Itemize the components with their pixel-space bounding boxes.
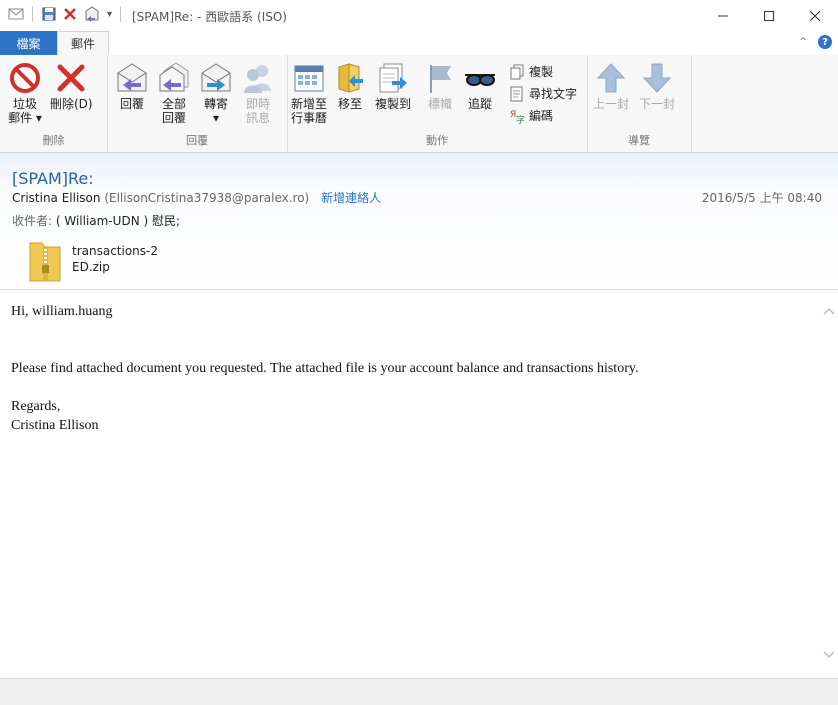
previous-item-button[interactable]: 上一封: [593, 61, 629, 111]
add-contact-link[interactable]: 新增連絡人: [321, 191, 381, 205]
body-signature: Cristina Ellison: [11, 418, 99, 433]
quick-access-toolbar: ▾: [8, 6, 123, 22]
scroll-up-icon[interactable]: [823, 304, 835, 316]
status-bar: [0, 678, 838, 705]
attachment-name-line1: transactions-2: [72, 244, 159, 258]
minimize-icon[interactable]: [700, 0, 746, 31]
delete-icon: [57, 64, 85, 92]
reply-all-button[interactable]: 全部 回覆: [157, 61, 191, 125]
encoding-button[interactable]: Я字 編碼: [509, 107, 553, 124]
group-label-navigate: 導覽: [628, 134, 650, 147]
delete-button[interactable]: 刪除(D): [50, 61, 93, 111]
copy-to-icon: [379, 63, 407, 93]
copy-icon: [510, 64, 524, 79]
reply-icon: [117, 63, 147, 92]
im-button[interactable]: 即時 訊息: [241, 61, 275, 125]
title-bar: ▾ [SPAM]Re: - 西歐語系 (ISO): [0, 0, 838, 31]
recipient-line: 收件者: ( William-UDN ) 慰民;: [12, 212, 180, 229]
find-text-icon: [510, 86, 523, 101]
message-date: 2016/5/5 上午 08:40: [701, 191, 822, 205]
add-to-calendar-button[interactable]: 新增至 行事曆: [291, 61, 327, 125]
message-header: [SPAM]Re: Cristina Ellison (EllisonCrist…: [0, 153, 838, 290]
sender-name[interactable]: Cristina Ellison: [12, 191, 101, 205]
move-to-button[interactable]: 移至: [333, 61, 367, 111]
mail-app-icon: [8, 8, 24, 20]
ribbon: 垃圾 郵件 ▾ 刪除(D) 刪除 回覆 全部 回覆 轉寄 ▾ 即時 訊息 回覆 …: [0, 55, 838, 153]
body-line1: Please find attached document you reques…: [11, 361, 639, 376]
reply-all-icon: [159, 62, 189, 92]
tab-message[interactable]: 郵件: [57, 31, 109, 55]
next-item-button[interactable]: 下一封: [639, 61, 675, 111]
flag-button[interactable]: 標幟: [423, 61, 457, 111]
message-body[interactable]: Hi, william.huang Please find attached d…: [0, 290, 820, 678]
reply-button[interactable]: 回覆: [115, 61, 149, 111]
sender-line: Cristina Ellison (EllisonCristina37938@p…: [12, 189, 381, 206]
attachment[interactable]: transactions-2 ED.zip: [28, 239, 158, 283]
sender-email: (EllisonCristina37938@paralex.ro): [104, 191, 310, 205]
find-text-button[interactable]: 尋找文字: [509, 85, 577, 102]
group-label-respond: 回覆: [186, 134, 208, 147]
attachment-name-line2: ED.zip: [72, 260, 110, 274]
reply-quick-icon[interactable]: [83, 6, 101, 22]
body-regards: Regards,: [11, 399, 61, 414]
recipient-name[interactable]: ( William-UDN ) 慰民;: [56, 214, 180, 228]
group-respond: 回覆 全部 回覆 轉寄 ▾ 即時 訊息 回覆: [107, 55, 288, 152]
calendar-icon: [294, 65, 324, 92]
forward-icon: [201, 63, 231, 92]
encoding-icon: Я字: [510, 110, 525, 124]
flag-icon: [430, 65, 451, 93]
qat-dropdown-icon[interactable]: ▾: [107, 9, 112, 20]
up-arrow-icon: [596, 63, 626, 93]
copy-button[interactable]: 複製: [509, 63, 553, 80]
im-icon: [244, 65, 271, 93]
junk-button[interactable]: 垃圾 郵件 ▾: [8, 61, 42, 125]
move-folder-icon: [338, 63, 363, 93]
ribbon-tabs: 檔案 郵件 ⌃ ?: [0, 31, 838, 56]
svg-text:字: 字: [516, 114, 525, 124]
maximize-icon[interactable]: [746, 0, 792, 31]
forward-button[interactable]: 轉寄 ▾: [199, 61, 233, 125]
scroll-down-icon[interactable]: [823, 648, 835, 660]
delete-x-icon[interactable]: [63, 7, 77, 21]
group-label-actions: 動作: [426, 134, 448, 147]
to-label: 收件者:: [12, 214, 53, 228]
junk-icon: [10, 63, 40, 93]
down-arrow-icon: [642, 63, 672, 93]
group-navigate: 上一封 下一封 導覽: [587, 55, 692, 152]
body-scrollbar[interactable]: [820, 290, 838, 678]
tab-file[interactable]: 檔案: [0, 31, 57, 55]
close-icon[interactable]: [792, 0, 838, 31]
watch-button[interactable]: 追蹤: [463, 61, 497, 111]
group-actions: 新增至 行事曆 移至 複製到 標幟 追蹤 複製 尋找文字 Я字 編碼 動作: [287, 55, 588, 152]
help-icon[interactable]: ?: [818, 35, 832, 49]
collapse-ribbon-icon[interactable]: ⌃: [798, 35, 808, 49]
zip-file-icon: [29, 242, 61, 282]
group-delete: 垃圾 郵件 ▾ 刪除(D) 刪除: [0, 55, 108, 152]
body-greeting: Hi, william.huang: [11, 304, 113, 319]
glasses-icon: [465, 74, 495, 86]
message-subject: [SPAM]Re:: [12, 169, 94, 188]
copy-to-button[interactable]: 複製到: [375, 61, 411, 111]
group-label-delete: 刪除: [42, 134, 65, 147]
save-icon[interactable]: [41, 6, 57, 22]
window-title: [SPAM]Re: - 西歐語系 (ISO): [132, 10, 287, 24]
